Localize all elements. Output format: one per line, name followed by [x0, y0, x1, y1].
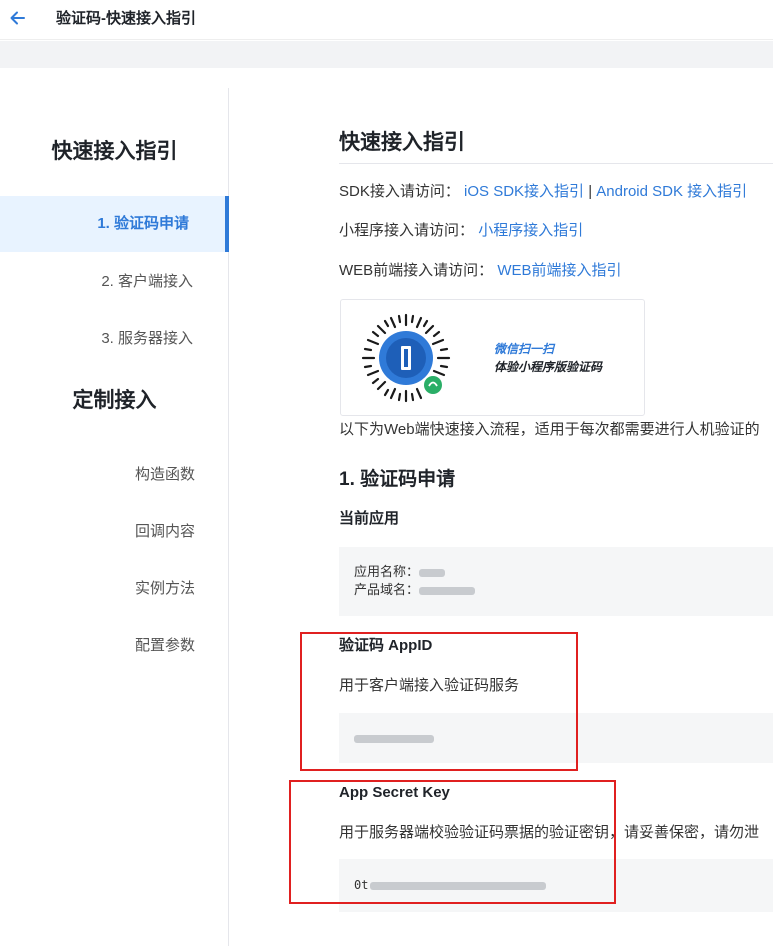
web-prefix: WEB前端接入请访问：: [339, 262, 494, 279]
link-separator: |: [588, 183, 593, 200]
qr-caption-experience: 体验小程序版验证码: [494, 360, 603, 374]
top-bar: 验证码-快速接入指引: [0, 0, 773, 40]
intro-text: 以下为Web端快速接入流程，适用于每次都需要进行人机验证的: [339, 421, 760, 438]
miniprogram-qr-card: 微信扫一扫 体验小程序版验证码: [340, 299, 645, 416]
web-links-row: WEB前端接入请访问： WEB前端接入指引: [339, 261, 622, 281]
content-title: 快速接入指引: [339, 131, 465, 154]
title-divider: [339, 163, 773, 164]
sidebar-item-captcha-apply[interactable]: 1. 验证码申请: [0, 196, 229, 252]
miniprogram-links-row: 小程序接入请访问： 小程序接入指引: [339, 221, 583, 241]
redacted-domain: [419, 586, 476, 595]
app-name-row: 应用名称：: [354, 564, 446, 580]
section-captcha-apply-title: 1. 验证码申请: [339, 469, 456, 490]
sidebar-item-instance-methods[interactable]: 实例方法: [0, 574, 229, 604]
sidebar-item-config-params[interactable]: 配置参数: [0, 631, 229, 661]
sdk-prefix: SDK接入请访问：: [339, 183, 460, 200]
sidebar-item-server-integration[interactable]: 3. 服务器接入: [0, 311, 229, 367]
sidebar-heading-quick-start: 快速接入指引: [51, 140, 178, 163]
sidebar-item-label: 3. 服务器接入: [101, 330, 193, 347]
sidebar-item-label: 回调内容: [134, 523, 195, 540]
sidebar-item-callback[interactable]: 回调内容: [0, 517, 229, 547]
sidebar-item-label: 构造函数: [134, 466, 195, 483]
miniprogram-qr-code: [361, 313, 451, 403]
web-link[interactable]: WEB前端接入指引: [497, 262, 621, 279]
sidebar-item-constructor[interactable]: 构造函数: [0, 460, 229, 490]
header-divider-band: [0, 41, 773, 68]
qr-caption-scan: 微信扫一扫: [494, 342, 555, 356]
sidebar-item-label: 2. 客户端接入: [101, 273, 193, 290]
current-app-label: 当前应用: [339, 510, 400, 527]
annotation-box-appid: [300, 632, 578, 771]
annotation-box-secret-key: [289, 780, 616, 904]
domain-label: 产品域名：: [354, 582, 420, 597]
page-title: 验证码-快速接入指引: [56, 10, 196, 27]
sdk-links-row: SDK接入请访问： iOS SDK接入指引 | Android SDK 接入指引: [339, 182, 747, 202]
ios-sdk-link[interactable]: iOS SDK接入指引: [464, 183, 584, 200]
sidebar-item-label: 1. 验证码申请: [97, 215, 189, 232]
miniprogram-prefix: 小程序接入请访问：: [339, 222, 475, 239]
app-name-label: 应用名称：: [354, 564, 420, 579]
sidebar-item-label: 实例方法: [134, 580, 195, 597]
sidebar-heading-custom: 定制接入: [72, 389, 157, 412]
sidebar-item-label: 配置参数: [134, 637, 195, 654]
android-sdk-link[interactable]: Android SDK 接入指引: [596, 183, 747, 200]
sidebar-item-client-integration[interactable]: 2. 客户端接入: [0, 254, 229, 310]
domain-row: 产品域名：: [354, 582, 476, 598]
sidebar-nav: 快速接入指引 1. 验证码申请 2. 客户端接入 3. 服务器接入 定制接入 构…: [0, 88, 229, 946]
redacted-app-name: [419, 568, 446, 577]
miniprogram-link[interactable]: 小程序接入指引: [478, 222, 583, 239]
current-app-info-box: 应用名称： 产品域名：: [339, 547, 773, 616]
arrow-left-icon[interactable]: [8, 8, 28, 28]
